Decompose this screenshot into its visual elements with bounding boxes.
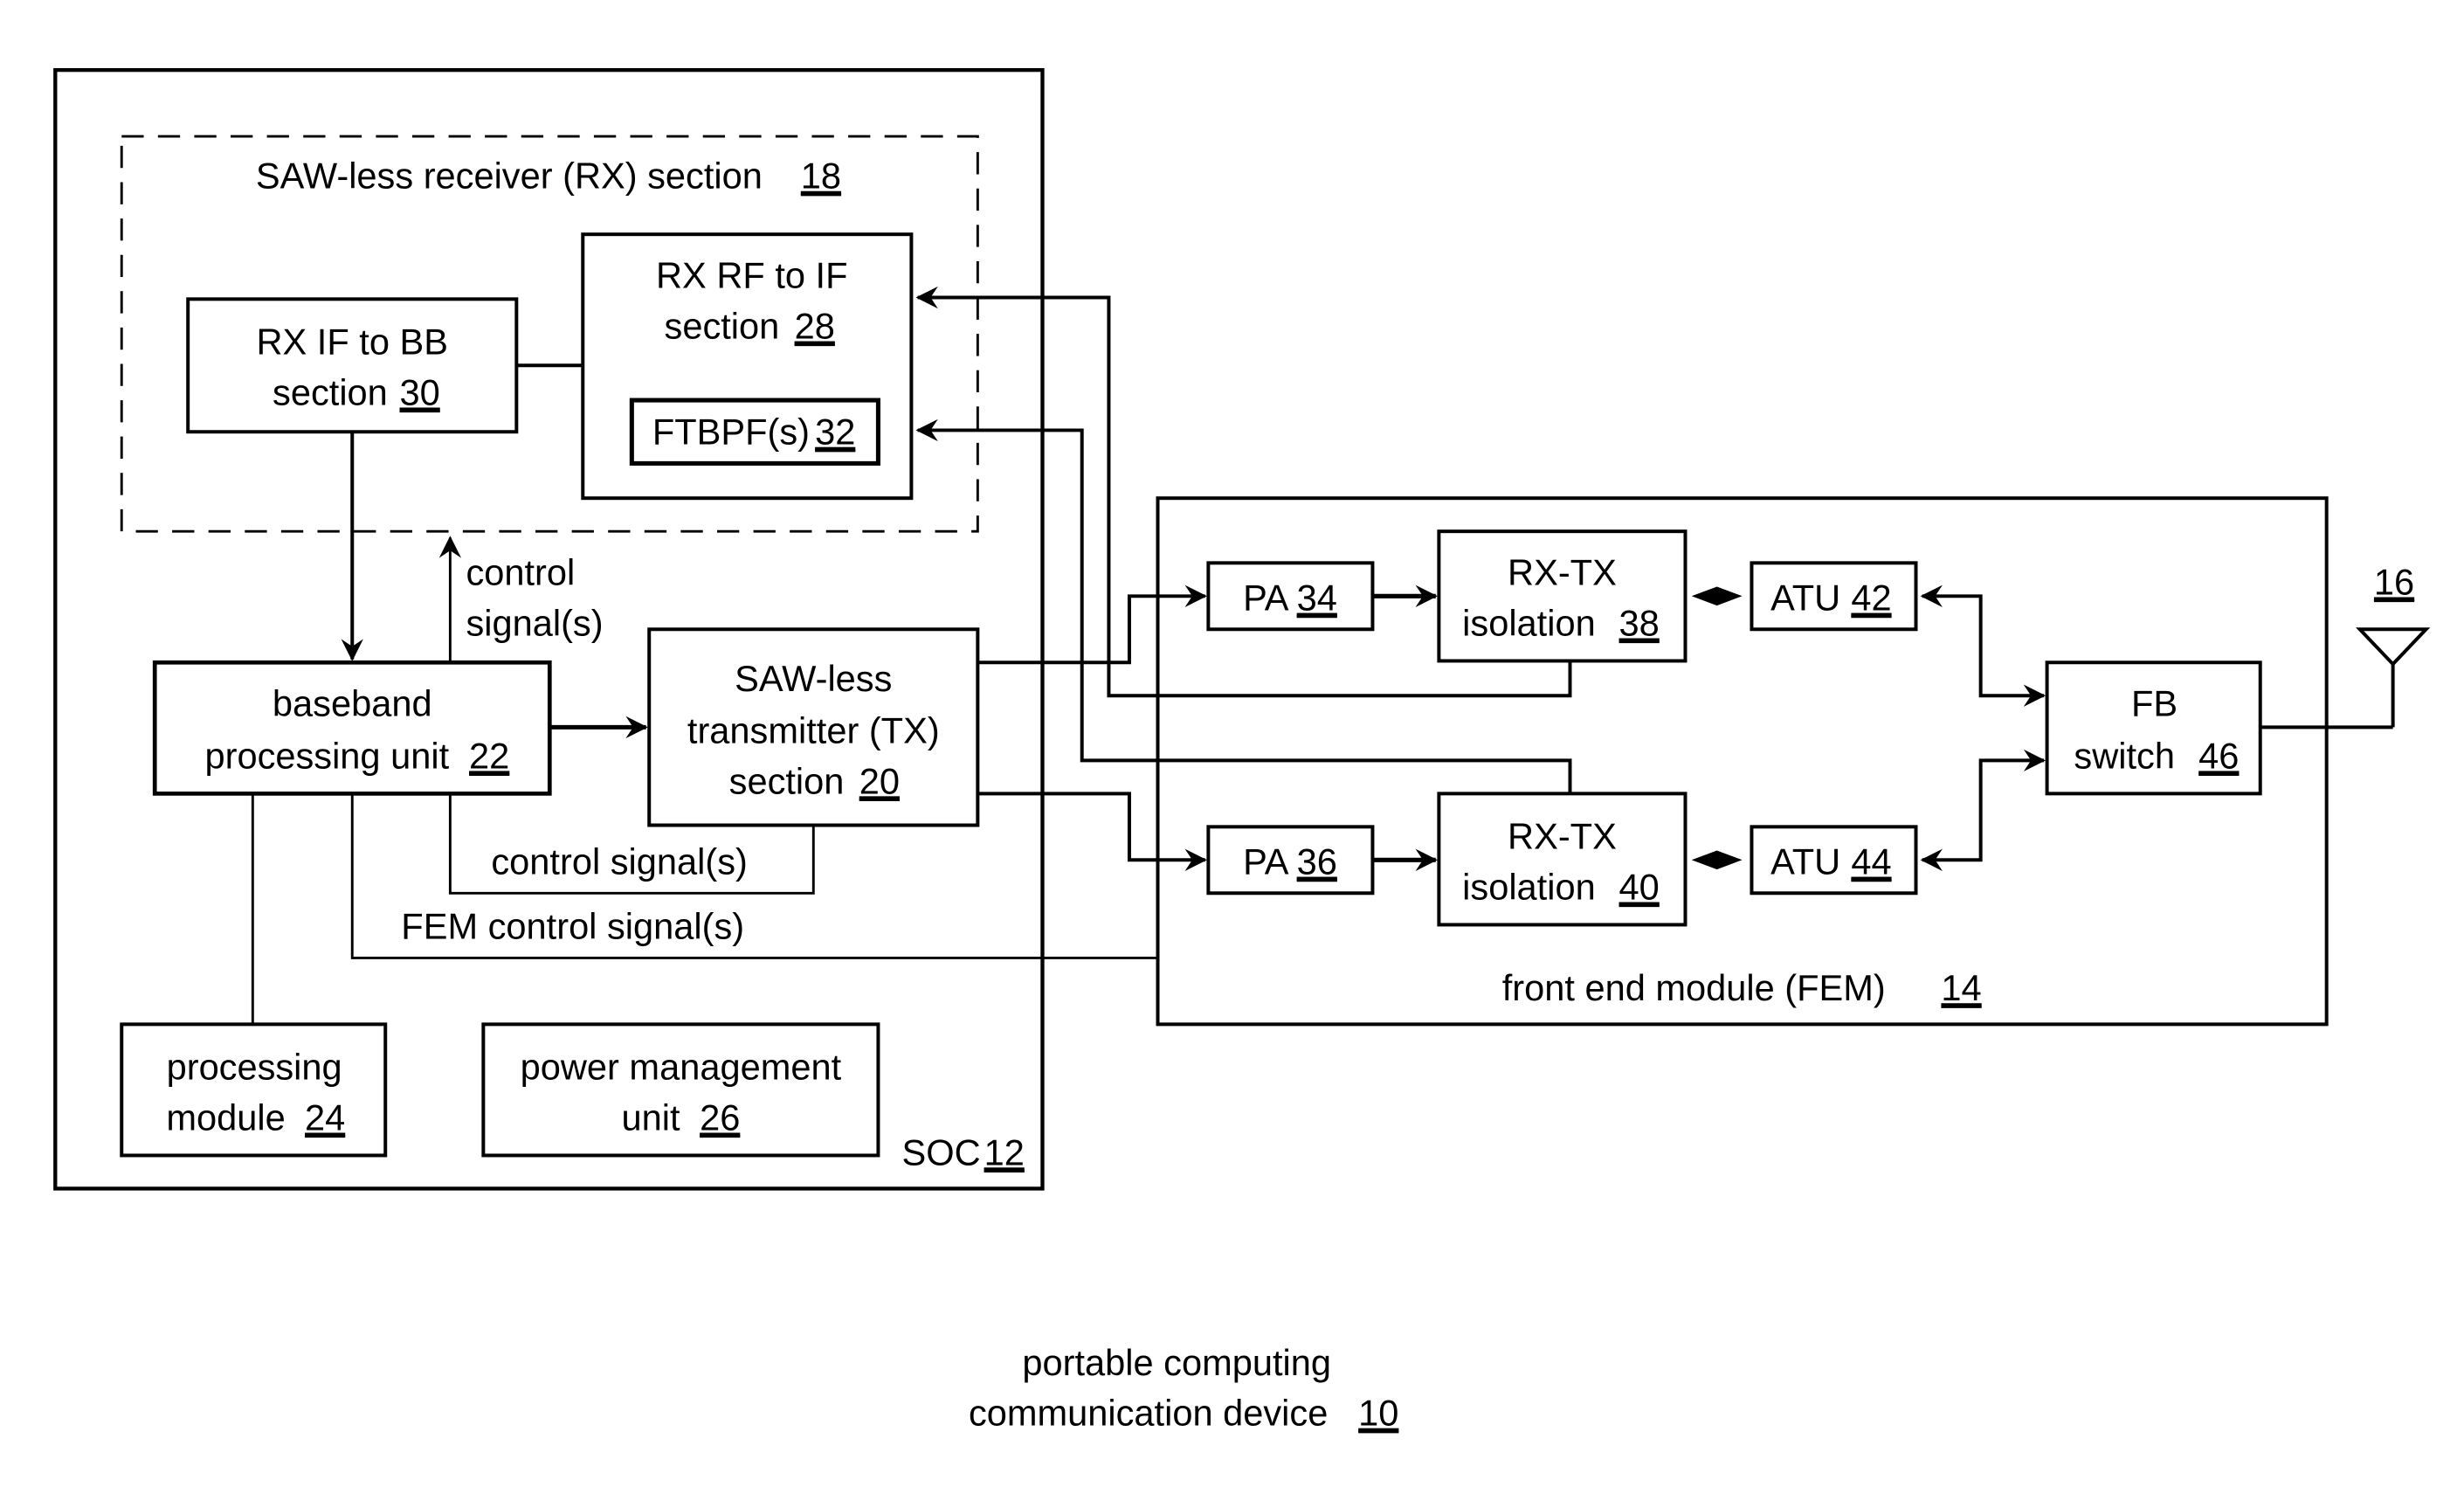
atu42-label: ATU	[1770, 578, 1840, 619]
fem-control-label: FEM control signal(s)	[401, 906, 744, 947]
atu-44-block: ATU 44	[1750, 825, 1918, 896]
tx-line3: section	[729, 760, 845, 801]
power-mgmt-ref: 26	[700, 1097, 740, 1138]
rx-section-label: SAW-less receiver (RX) section	[256, 156, 763, 197]
caption-line1: portable computing	[1022, 1342, 1331, 1383]
power-mgmt-line1: power management	[521, 1047, 842, 1088]
atu42-ref: 42	[1851, 578, 1891, 619]
iso40-ref: 40	[1619, 867, 1660, 908]
pa36-ref: 36	[1297, 841, 1337, 882]
processing-module-line2: module	[166, 1097, 285, 1138]
soc-label: SOC	[902, 1131, 981, 1172]
rx-if-to-bb-block: RX IF to BB section 30	[186, 297, 519, 434]
baseband-line1: baseband	[273, 683, 432, 724]
caption-line2: communication device	[969, 1393, 1328, 1434]
baseband-line2: processing unit	[204, 735, 449, 776]
iso40-line2: isolation	[1462, 867, 1596, 908]
iso40-line1: RX-TX	[1508, 816, 1617, 857]
fb-switch-line1: FB	[2131, 683, 2178, 724]
saw-less-tx-block: SAW-less transmitter (TX) section 20	[647, 627, 980, 827]
figure-caption: portable computing communication device …	[969, 1342, 1398, 1434]
rx-rf-if-line2: section	[665, 306, 780, 347]
iso38-line2: isolation	[1462, 603, 1596, 644]
rx-control-line2: signal(s)	[466, 603, 603, 644]
atu44-label: ATU	[1770, 841, 1840, 882]
rx-if-bb-ref: 30	[400, 371, 440, 412]
pa-34-block: PA 34	[1206, 561, 1375, 632]
atu44-ref: 44	[1851, 841, 1891, 882]
iso38-line1: RX-TX	[1508, 552, 1617, 593]
rx-if-bb-line1: RX IF to BB	[257, 322, 449, 363]
tx-ref: 20	[859, 760, 900, 801]
bidir-iso40-atu44-icon	[1691, 850, 1743, 870]
ftbpf-ref: 32	[815, 412, 855, 453]
antenna-icon	[2356, 627, 2431, 667]
antenna-ref: 16	[2374, 561, 2414, 602]
fb-switch-ref: 46	[2198, 735, 2239, 776]
rx-control-line1: control	[466, 552, 575, 593]
tx-line1: SAW-less	[735, 658, 892, 699]
soc-ref: 12	[984, 1131, 1025, 1172]
baseband-processing-unit-block: baseband processing unit 22	[152, 660, 552, 796]
pa-36-block: PA 36	[1206, 825, 1375, 896]
rx-if-bb-line2: section	[273, 371, 388, 412]
bidir-iso38-atu42-icon	[1691, 586, 1743, 606]
rx-section-ref: 18	[801, 156, 841, 197]
rx-tx-isolation-40-block: RX-TX isolation 40	[1437, 792, 1688, 927]
atu-42-block: ATU 42	[1750, 561, 1918, 632]
antenna-16: 16	[2356, 561, 2431, 728]
tx-line2: transmitter (TX)	[687, 709, 940, 750]
rx-rf-if-ref: 28	[795, 306, 835, 347]
processing-module-block: processing module 24	[120, 1022, 388, 1158]
ftbpf-block: FTBPF(s) 32	[629, 398, 880, 466]
baseband-ref: 22	[469, 735, 509, 776]
fem-ref: 14	[1941, 967, 1981, 1008]
iso38-ref: 38	[1619, 603, 1660, 644]
rx-rf-if-line1: RX RF to IF	[656, 255, 847, 296]
pa34-ref: 34	[1297, 578, 1337, 619]
processing-module-line1: processing	[167, 1047, 342, 1088]
fb-switch-line2: switch	[2074, 735, 2175, 776]
processing-module-ref: 24	[305, 1097, 345, 1138]
ftbpf-label: FTBPF(s)	[652, 412, 810, 453]
power-mgmt-line2: unit	[622, 1097, 680, 1138]
fem-label: front end module (FEM)	[1502, 967, 1886, 1008]
fb-switch-46-block: FB switch 46	[2045, 661, 2262, 796]
wire-atu44-to-fbswitch	[1920, 749, 2046, 871]
wire-atu42-to-fbswitch	[1920, 584, 2046, 707]
block-diagram: SOC 12 SAW-less receiver (RX) section 18…	[53, 67, 2431, 1434]
power-management-unit-block: power management unit 26	[481, 1022, 880, 1158]
rx-tx-isolation-38-block: RX-TX isolation 38	[1437, 529, 1688, 663]
tx-control-label: control signal(s)	[491, 841, 747, 882]
pa36-label: PA	[1243, 841, 1289, 882]
pa34-label: PA	[1243, 578, 1289, 619]
caption-ref: 10	[1358, 1393, 1398, 1434]
